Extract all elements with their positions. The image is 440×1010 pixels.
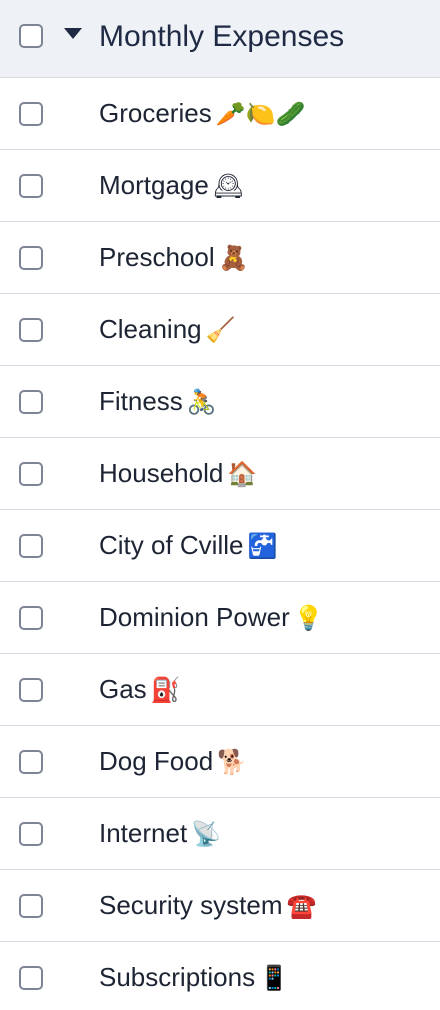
mobile-phone-emoji-icon: 📱 bbox=[259, 964, 289, 992]
teddy-bear-emoji-icon: 🧸 bbox=[218, 244, 249, 272]
item-label: Groceries bbox=[99, 98, 212, 128]
list-item[interactable]: Preschool 🧸 bbox=[0, 222, 440, 294]
telephone-emoji-icon: ☎️ bbox=[286, 892, 317, 920]
item-label: Mortgage bbox=[99, 170, 209, 200]
item-label: Preschool bbox=[99, 242, 215, 272]
list-item[interactable]: Mortgage 🕰 bbox=[0, 150, 440, 222]
item-label: Dog Food bbox=[99, 746, 214, 776]
cyclist-emoji-icon: 🚴 bbox=[186, 388, 217, 416]
collapse-caret-icon[interactable] bbox=[64, 28, 82, 39]
item-checkbox[interactable] bbox=[19, 822, 43, 846]
item-label: Gas bbox=[99, 674, 147, 704]
item-label: Security system bbox=[99, 890, 283, 920]
item-checkbox[interactable] bbox=[19, 606, 43, 630]
select-all-checkbox[interactable] bbox=[19, 24, 43, 48]
item-checkbox[interactable] bbox=[19, 102, 43, 126]
item-label: Internet bbox=[99, 818, 188, 848]
item-checkbox[interactable] bbox=[19, 390, 43, 414]
item-checkbox[interactable] bbox=[19, 318, 43, 342]
dog-emoji-icon: 🐕 bbox=[217, 748, 248, 776]
house-emoji-icon: 🏠 bbox=[227, 460, 258, 488]
list-item[interactable]: Fitness 🚴 bbox=[0, 366, 440, 438]
list-item[interactable]: Security system ☎️ bbox=[0, 870, 440, 942]
item-checkbox[interactable] bbox=[19, 534, 43, 558]
broom-emoji-icon: 🧹 bbox=[205, 316, 236, 344]
list-item[interactable]: Subscriptions 📱 bbox=[0, 942, 440, 1010]
group-header[interactable]: Monthly Expenses bbox=[0, 0, 440, 78]
item-label: Cleaning bbox=[99, 314, 202, 344]
clock-emoji-icon: 🕰 bbox=[212, 172, 244, 200]
item-checkbox[interactable] bbox=[19, 894, 43, 918]
item-label: Dominion Power bbox=[99, 602, 290, 632]
list-item[interactable]: Dominion Power 💡 bbox=[0, 582, 440, 654]
item-checkbox[interactable] bbox=[19, 678, 43, 702]
item-checkbox[interactable] bbox=[19, 750, 43, 774]
item-label: Household bbox=[99, 458, 224, 488]
list-item[interactable]: Gas ⛽ bbox=[0, 654, 440, 726]
item-label: Subscriptions bbox=[99, 962, 256, 992]
satellite-dish-emoji-icon: 📡 bbox=[191, 820, 222, 848]
groceries-emoji-icon: 🥕🍋🥒 bbox=[215, 100, 306, 128]
list-item[interactable]: Household 🏠 bbox=[0, 438, 440, 510]
list-item[interactable]: City of Cville 🚰 bbox=[0, 510, 440, 582]
expense-list: Monthly Expenses Groceries 🥕🍋🥒 Mortgage 🕰 … bbox=[0, 0, 440, 1010]
item-checkbox[interactable] bbox=[19, 246, 43, 270]
water-tap-emoji-icon: 🚰 bbox=[247, 532, 278, 560]
item-checkbox[interactable] bbox=[19, 174, 43, 198]
light-bulb-emoji-icon: 💡 bbox=[293, 604, 324, 632]
list-item[interactable]: Groceries 🥕🍋🥒 bbox=[0, 78, 440, 150]
item-checkbox[interactable] bbox=[19, 966, 43, 990]
item-label: City of Cville bbox=[99, 530, 244, 560]
list-item[interactable]: Cleaning 🧹 bbox=[0, 294, 440, 366]
list-item[interactable]: Dog Food 🐕 bbox=[0, 726, 440, 798]
group-title: Monthly Expenses bbox=[99, 20, 345, 53]
item-checkbox[interactable] bbox=[19, 462, 43, 486]
list-item[interactable]: Internet 📡 bbox=[0, 798, 440, 870]
item-label: Fitness bbox=[99, 386, 183, 416]
fuel-pump-emoji-icon: ⛽ bbox=[150, 676, 181, 704]
